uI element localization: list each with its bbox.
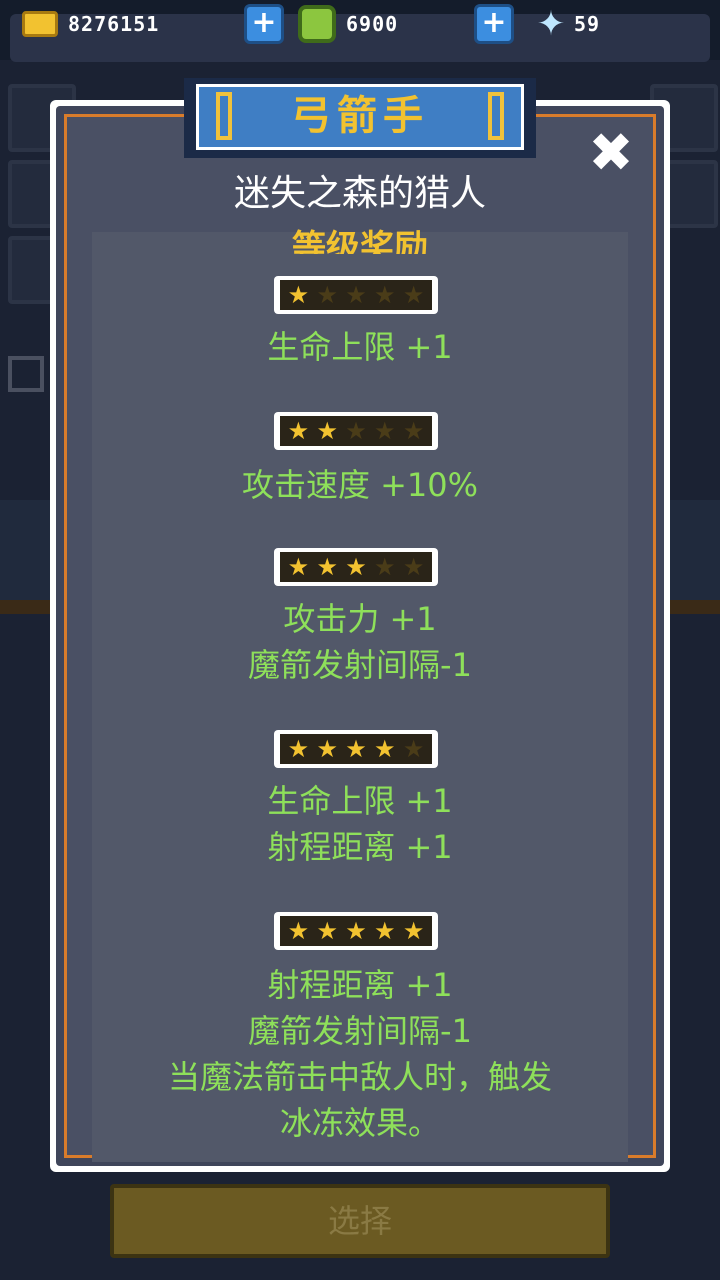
star-empty-icon: ★ xyxy=(402,553,425,581)
gem-counter: 6900 xyxy=(298,0,398,48)
star-rating-2: ★ ★ ★ ★ ★ xyxy=(274,412,438,450)
reward-line: 射程距离 +1 xyxy=(267,966,453,1004)
star-empty-icon: ★ xyxy=(316,281,338,309)
star-filled-icon: ★ xyxy=(287,735,310,763)
crystal-counter: ✦ 59 xyxy=(534,0,600,48)
star-empty-icon: ★ xyxy=(402,281,425,309)
add-gems-button[interactable]: + xyxy=(474,4,514,44)
level-2-rewards: 攻击速度 +10% xyxy=(92,462,628,508)
star-empty-icon: ★ xyxy=(374,553,396,581)
star-empty-icon: ★ xyxy=(402,735,425,763)
reward-line: 当魔法箭击中敌人时，触发 xyxy=(167,1058,552,1096)
character-subtitle: 迷失之森的猎人 xyxy=(233,173,486,214)
star-filled-icon: ★ xyxy=(374,917,396,945)
reward-line: 生命上限 +1 xyxy=(267,328,453,366)
level-4-rewards: 生命上限 +1 射程距离 +1 xyxy=(92,778,628,870)
star-filled-icon: ★ xyxy=(345,917,367,945)
star-filled-icon: ★ xyxy=(345,553,367,581)
crystal-value: 59 xyxy=(574,12,601,36)
star-empty-icon: ★ xyxy=(345,417,367,445)
star-filled-icon: ★ xyxy=(345,735,367,763)
coin-counter: 8276151 xyxy=(22,0,159,48)
add-coins-button[interactable]: + xyxy=(244,4,284,44)
crystal-icon: ✦ xyxy=(536,4,566,44)
star-filled-icon: ★ xyxy=(316,417,338,445)
level-rewards-header-text: 等级奖励 xyxy=(292,228,428,254)
level-1-rewards: 生命上限 +1 xyxy=(92,324,628,370)
star-filled-icon: ★ xyxy=(316,735,338,763)
coin-value: 8276151 xyxy=(68,12,160,36)
level-3-rewards: 攻击力 +1 魔箭发射间隔-1 xyxy=(92,596,628,688)
level-5-rewards: 射程距离 +1 魔箭发射间隔-1 当魔法箭击中敌人时，触发 冰冻效果。 xyxy=(92,962,628,1146)
star-filled-icon: ★ xyxy=(287,281,310,309)
star-empty-icon: ★ xyxy=(374,417,396,445)
star-filled-icon: ★ xyxy=(287,917,310,945)
reward-line: 生命上限 +1 xyxy=(267,782,453,820)
reward-line: 魔箭发射间隔-1 xyxy=(248,646,472,684)
star-rating-3: ★ ★ ★ ★ ★ xyxy=(274,548,438,586)
star-rating-4: ★ ★ ★ ★ ★ xyxy=(274,730,438,768)
star-filled-icon: ★ xyxy=(316,917,338,945)
reward-line: 攻击力 +1 xyxy=(283,600,437,638)
reward-line: 攻击速度 +10% xyxy=(241,466,479,504)
select-button[interactable]: 选择 xyxy=(110,1184,610,1258)
star-filled-icon: ★ xyxy=(287,553,310,581)
level-rewards-header: 等级奖励 xyxy=(92,214,628,254)
star-rating-1: ★ ★ ★ ★ ★ xyxy=(274,276,438,314)
gem-value: 6900 xyxy=(346,12,399,36)
gem-icon xyxy=(298,5,336,43)
character-class-title: 弓箭手 xyxy=(291,93,429,139)
star-empty-icon: ★ xyxy=(402,417,425,445)
coin-icon xyxy=(22,11,58,37)
star-empty-icon: ★ xyxy=(345,281,367,309)
star-rating-5: ★ ★ ★ ★ ★ xyxy=(274,912,438,950)
star-filled-icon: ★ xyxy=(287,417,310,445)
star-filled-icon: ★ xyxy=(316,553,338,581)
star-filled-icon: ★ xyxy=(402,917,425,945)
star-empty-icon: ★ xyxy=(374,281,396,309)
star-filled-icon: ★ xyxy=(374,735,396,763)
reward-line: 冰冻效果。 xyxy=(279,1104,440,1142)
reward-line: 射程距离 +1 xyxy=(267,828,453,866)
background-checkbox[interactable] xyxy=(8,356,44,392)
select-button-label: 选择 xyxy=(327,1202,392,1240)
reward-line: 魔箭发射间隔-1 xyxy=(248,1012,472,1050)
